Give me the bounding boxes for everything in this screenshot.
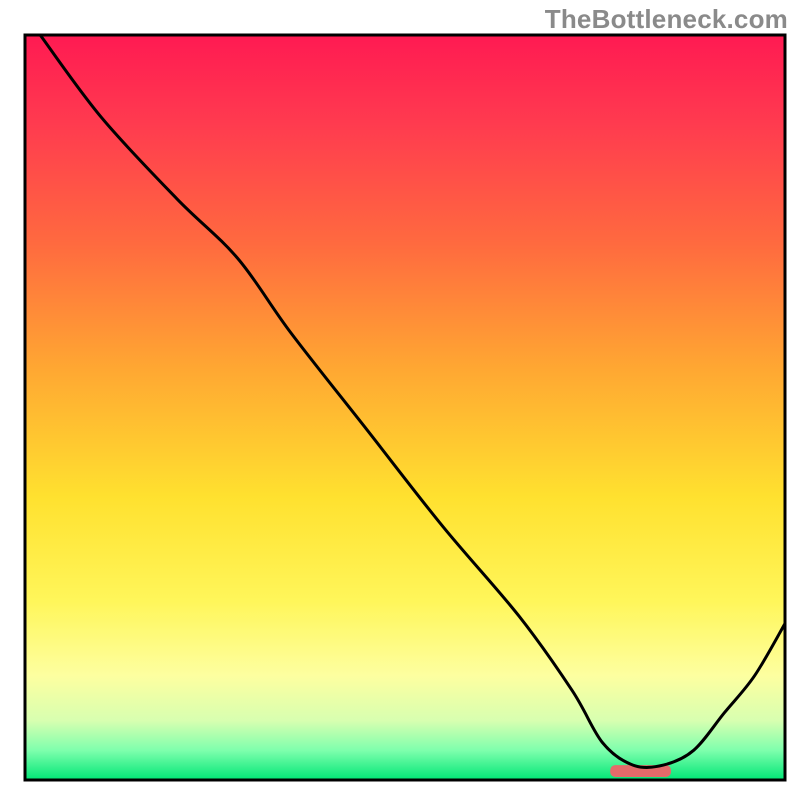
watermark-text: TheBottleneck.com: [545, 4, 788, 35]
plot-background: [25, 35, 785, 780]
chart-container: TheBottleneck.com: [0, 0, 800, 800]
bottleneck-chart: [0, 0, 800, 800]
